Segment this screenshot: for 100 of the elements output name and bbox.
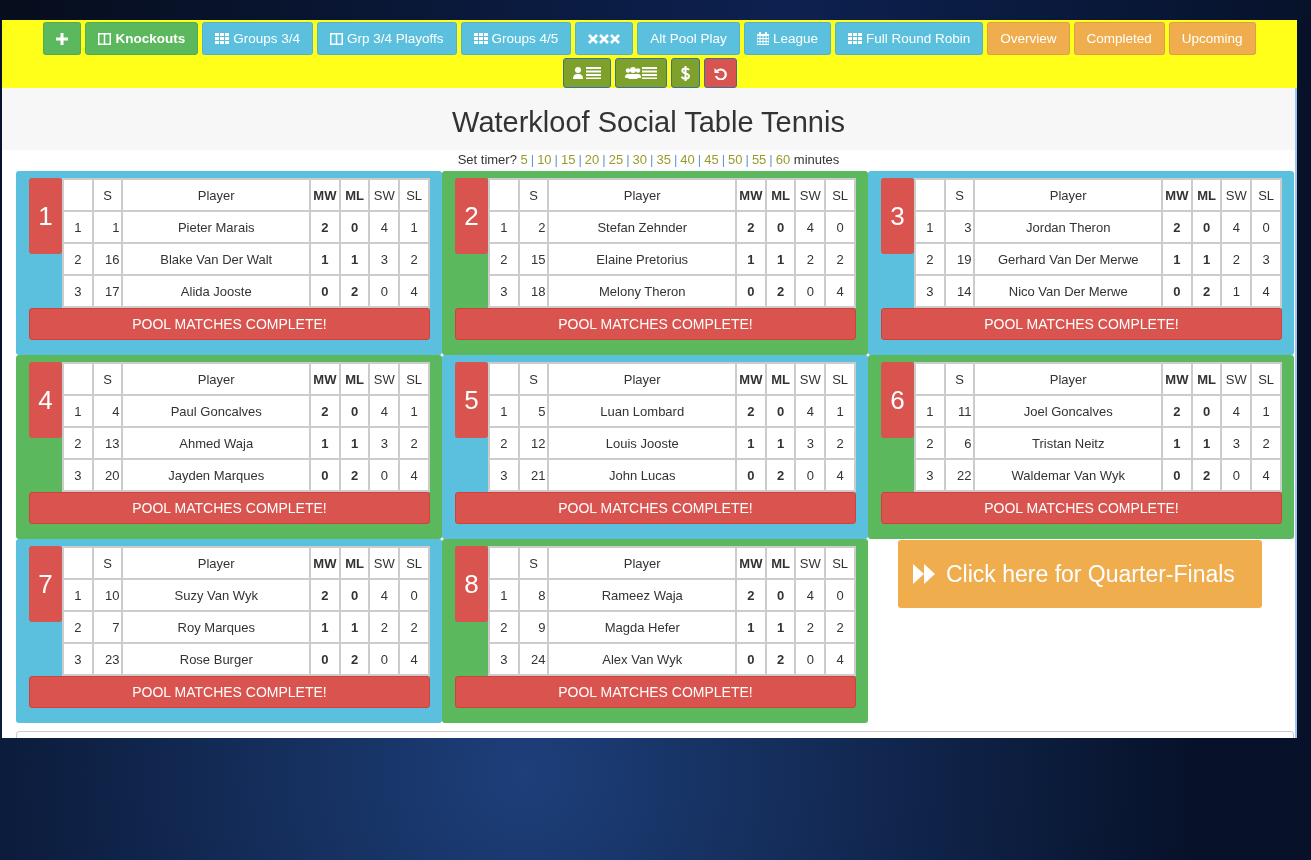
dollar-icon — [680, 65, 690, 81]
table-cell: Gerhard Van Der Merwe — [974, 243, 1163, 275]
icon-button[interactable] — [614, 58, 667, 88]
separator-text: | — [673, 152, 678, 167]
table-cell: John Lucas — [548, 459, 737, 491]
column-header: MW — [310, 547, 340, 579]
column-header: MW — [310, 363, 340, 395]
toolbar-button[interactable] — [43, 22, 82, 55]
column-header: MW — [310, 179, 340, 211]
pool-number: 8 — [455, 546, 488, 622]
icon-button[interactable] — [562, 58, 611, 88]
table-cell: Pieter Marais — [122, 211, 311, 243]
icon-button[interactable] — [703, 58, 737, 88]
separator-text: | — [626, 152, 630, 167]
pool-status-button[interactable]: POOL MATCHES COMPLETE! — [29, 308, 430, 340]
separator-text: | — [554, 152, 558, 167]
pool-status-button[interactable]: POOL MATCHES COMPLETE! — [455, 308, 856, 340]
toolbar-button[interactable]: League — [743, 22, 831, 55]
toolbar-button[interactable]: Alt Pool Play — [637, 22, 740, 55]
separator-text: | — [745, 152, 749, 167]
table-cell: 2 — [489, 611, 519, 643]
column-header: ML — [339, 179, 370, 211]
toolbar-button[interactable]: Overview — [987, 22, 1070, 55]
table-cell: Ahmed Waja — [122, 427, 311, 459]
grid-icon — [847, 33, 862, 44]
column-header: SW — [795, 179, 826, 211]
column-header: S — [92, 179, 123, 211]
table-cell: 1 — [63, 395, 93, 427]
timer-option-link[interactable]: 5 — [520, 152, 528, 167]
table-cell: 2 — [915, 243, 945, 275]
pool-status-button[interactable]: POOL MATCHES COMPLETE! — [29, 676, 430, 708]
table-cell: 1 — [63, 579, 93, 611]
undo-icon — [713, 66, 727, 80]
timer-option-link[interactable]: 55 — [751, 152, 767, 167]
pool-status-button[interactable]: POOL MATCHES COMPLETE! — [455, 676, 856, 708]
table-cell: Alex Van Wyk — [548, 643, 737, 675]
timer-option-link[interactable]: 45 — [704, 152, 719, 167]
column-header: MW — [736, 179, 766, 211]
toolbar-button[interactable]: Upcoming — [1168, 22, 1256, 55]
pool-status-button[interactable]: POOL MATCHES COMPLETE! — [29, 492, 430, 524]
table-cell: Tristan Neitz — [974, 427, 1163, 459]
timer-option-link[interactable]: 10 — [537, 152, 552, 167]
three-crosses-icon — [588, 33, 621, 44]
table-cell: 1 — [489, 211, 519, 243]
timer-option-link[interactable]: 30 — [632, 152, 648, 167]
separator-text: | — [721, 152, 725, 167]
plus-icon — [56, 32, 69, 45]
column-header: S — [92, 363, 123, 395]
page-title: Waterkloof Social Table Tennis — [452, 105, 845, 139]
column-header: Player — [548, 363, 737, 395]
timer-option-link[interactable]: 40 — [680, 152, 695, 167]
grid-icon — [215, 33, 230, 44]
column-header: ML — [765, 547, 796, 579]
toolbar-button[interactable]: Groups 4/5 — [460, 22, 572, 55]
quarter-finals-button[interactable]: Click here for Quarter-Finals — [898, 540, 1262, 608]
timer-suffix: minutes — [793, 152, 840, 167]
column-header: ML — [1191, 179, 1222, 211]
table-cell: 3 — [489, 643, 519, 675]
column-header: Player — [122, 547, 311, 579]
pool-status-button[interactable]: POOL MATCHES COMPLETE! — [455, 492, 856, 524]
pool-status-button[interactable]: POOL MATCHES COMPLETE! — [881, 308, 1282, 340]
timer-option-link[interactable]: 60 — [775, 152, 791, 167]
timer-option-link[interactable]: 50 — [728, 152, 743, 167]
separator-text: | — [697, 152, 702, 167]
pool-number: 3 — [881, 178, 914, 254]
column-header: SL — [1251, 363, 1281, 395]
icon-button[interactable] — [670, 58, 700, 88]
timer-prompt: Set timer? — [457, 152, 517, 167]
table-cell: 2 — [489, 243, 519, 275]
separator-text: | — [650, 152, 654, 167]
table-cell: Roy Marques — [122, 611, 311, 643]
pool-number: 1 — [29, 178, 62, 254]
toolbar-button[interactable]: Full Round Robin — [834, 22, 984, 55]
table-cell: 1 — [915, 211, 945, 243]
timer-option-link[interactable]: 20 — [584, 152, 600, 167]
table-cell: Nico Van Der Merwe — [974, 275, 1163, 307]
table-cell: Rameez Waja — [548, 579, 737, 611]
column-header: Player — [548, 547, 737, 579]
table-cell: Stefan Zehnder — [548, 211, 737, 243]
toolbar-button[interactable]: Knockouts — [85, 22, 199, 55]
table-cell: 1 — [489, 579, 519, 611]
user-list-icon — [572, 67, 601, 79]
table-cell: Suzy Van Wyk — [122, 579, 311, 611]
toolbar-button[interactable]: Grp 3/4 Playoffs — [316, 22, 457, 55]
column-header: SW — [1221, 363, 1252, 395]
column-header: MW — [1162, 363, 1192, 395]
pool-number: 6 — [881, 362, 914, 438]
toolbar-button[interactable]: Completed — [1073, 22, 1165, 55]
timer-option-link[interactable]: 25 — [608, 152, 624, 167]
column-header: Player — [974, 179, 1163, 211]
column-header: SL — [825, 547, 855, 579]
column-header: SL — [825, 363, 855, 395]
pool-status-button[interactable]: POOL MATCHES COMPLETE! — [881, 492, 1282, 524]
table-cell: 3 — [915, 459, 945, 491]
column-header: SW — [795, 363, 826, 395]
table-cell: Waldemar Van Wyk — [974, 459, 1163, 491]
timer-option-link[interactable]: 35 — [656, 152, 671, 167]
timer-option-link[interactable]: 15 — [561, 152, 576, 167]
column-header: S — [518, 547, 549, 579]
toolbar-button[interactable]: Groups 3/4 — [202, 22, 313, 55]
